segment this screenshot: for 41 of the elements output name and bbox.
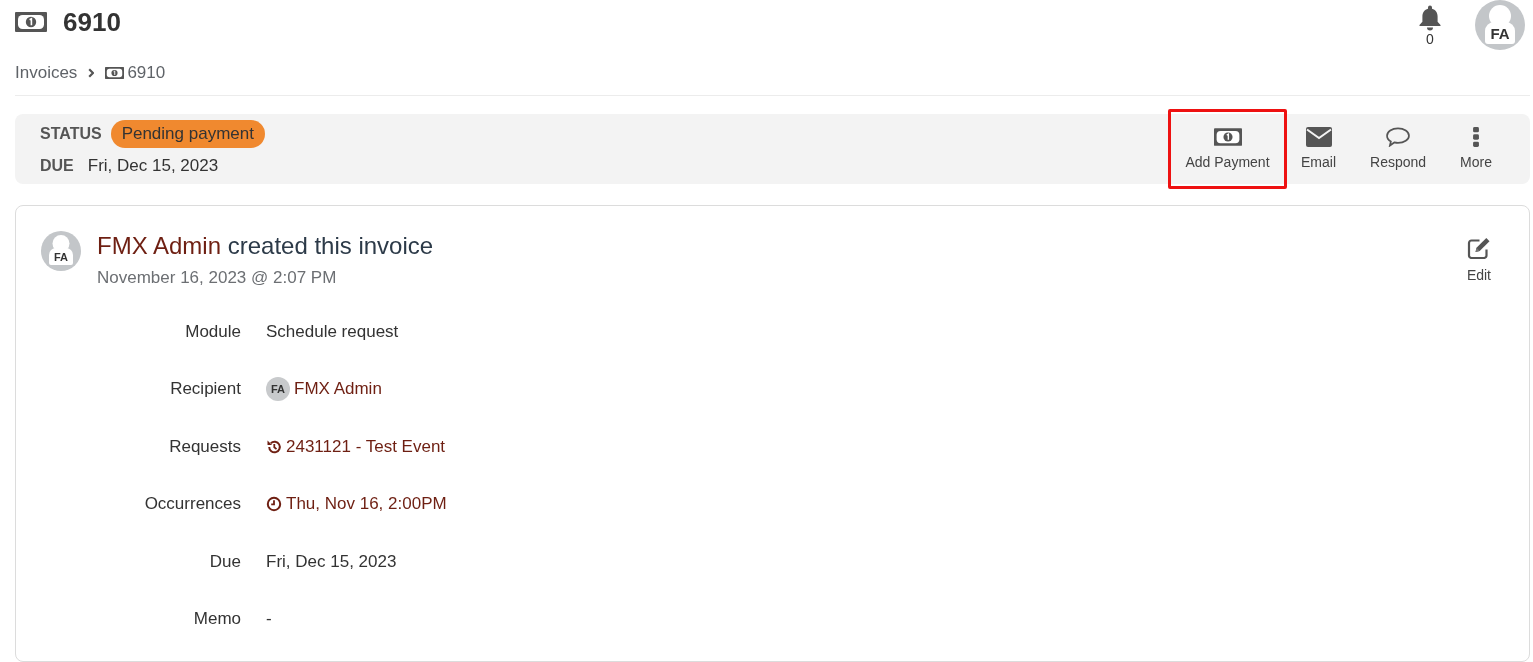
recipient-link[interactable]: FMX Admin: [294, 377, 382, 402]
notifications-button[interactable]: 0: [1418, 5, 1442, 46]
due-date: Fri, Dec 15, 2023: [87, 155, 219, 177]
activity-title: FMX Admin created this invoice: [97, 231, 434, 261]
edit-icon: [1466, 237, 1491, 259]
respond-button[interactable]: Respond: [1353, 109, 1444, 189]
field-value: Schedule request: [266, 320, 400, 343]
activity-timestamp: November 16, 2023 @ 2:07 PM: [97, 267, 338, 289]
author-link[interactable]: FMX Admin: [97, 232, 222, 259]
field-value: -: [266, 608, 273, 631]
field-label: Due: [208, 550, 241, 573]
add-payment-button[interactable]: Add Payment: [1167, 109, 1288, 189]
field-label: Memo: [192, 608, 241, 631]
request-link[interactable]: 2431121 - Test Event: [286, 434, 446, 459]
history-icon: [266, 438, 282, 455]
breadcrumb-link[interactable]: Invoices: [15, 62, 78, 84]
field-label: Occurrences: [143, 493, 241, 516]
user-avatar[interactable]: FA: [41, 231, 81, 271]
vertical-dots-icon: [1473, 127, 1480, 147]
field-value: Fri, Dec 15, 2023: [266, 550, 398, 573]
page-title: 6910: [63, 6, 121, 38]
envelope-icon: [1305, 127, 1332, 147]
user-avatar[interactable]: FA: [266, 377, 290, 402]
bill-icon: [105, 67, 125, 79]
due-label: DUE: [40, 156, 74, 176]
status-label: STATUS: [40, 124, 102, 144]
user-avatar[interactable]: FA: [1475, 0, 1525, 50]
clock-icon: [266, 496, 282, 513]
bill-icon: [1213, 127, 1242, 147]
field-label: Module: [184, 320, 241, 343]
edit-button[interactable]: Edit: [1466, 237, 1491, 283]
speech-bubble-icon: [1385, 127, 1412, 147]
status-badge: Pending payment: [110, 120, 265, 148]
breadcrumb-current: 6910: [127, 62, 166, 84]
occurrence-link[interactable]: Thu, Nov 16, 2:00PM: [286, 492, 447, 517]
chevron-icon: [88, 68, 95, 78]
field-label: Recipient: [169, 378, 241, 401]
field-label: Requests: [168, 435, 241, 458]
bill-icon: [15, 12, 47, 32]
more-button[interactable]: More: [1443, 109, 1509, 189]
bell-icon: [1418, 5, 1442, 31]
